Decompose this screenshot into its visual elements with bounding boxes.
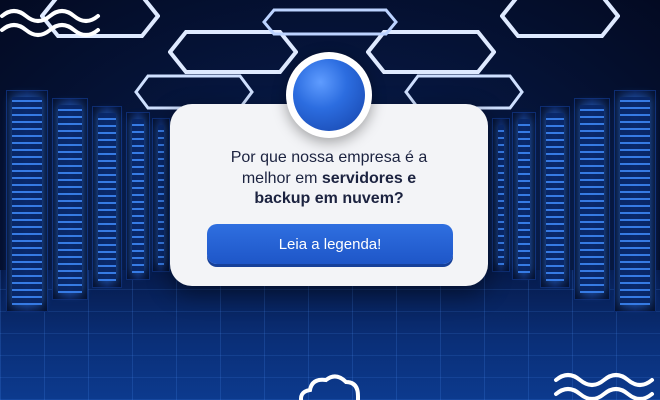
headline-line-2a: melhor em: [241, 169, 322, 187]
hexagon-light: [366, 30, 496, 74]
server-rack: [6, 90, 48, 312]
server-rack: [540, 106, 570, 288]
server-rack: [52, 98, 88, 300]
background-scene: Por que nossa empresa é a melhor em serv…: [0, 0, 660, 400]
server-rack: [92, 106, 122, 288]
hexagon-light: [262, 8, 398, 36]
headline-line-2b: servidores e: [321, 169, 417, 187]
headline-line-3: backup em nuvem?: [254, 190, 404, 207]
server-rack: [512, 112, 536, 280]
server-rack: [492, 118, 510, 272]
hexagon-light: [168, 30, 298, 74]
card-headline: Por que nossa empresa é a melhor em serv…: [196, 148, 462, 210]
server-rack: [152, 118, 170, 272]
wave-icon: [552, 370, 660, 400]
server-rack: [126, 112, 150, 280]
cloud-icon: [294, 374, 364, 400]
server-rack: [614, 90, 656, 312]
hexagon-light: [500, 0, 620, 38]
server-rack: [574, 98, 610, 300]
blue-orb-icon: [293, 59, 365, 131]
headline-line-1: Por que nossa empresa é a: [230, 149, 428, 166]
wave-icon: [0, 4, 110, 42]
read-caption-button[interactable]: Leia a legenda!: [207, 224, 453, 264]
